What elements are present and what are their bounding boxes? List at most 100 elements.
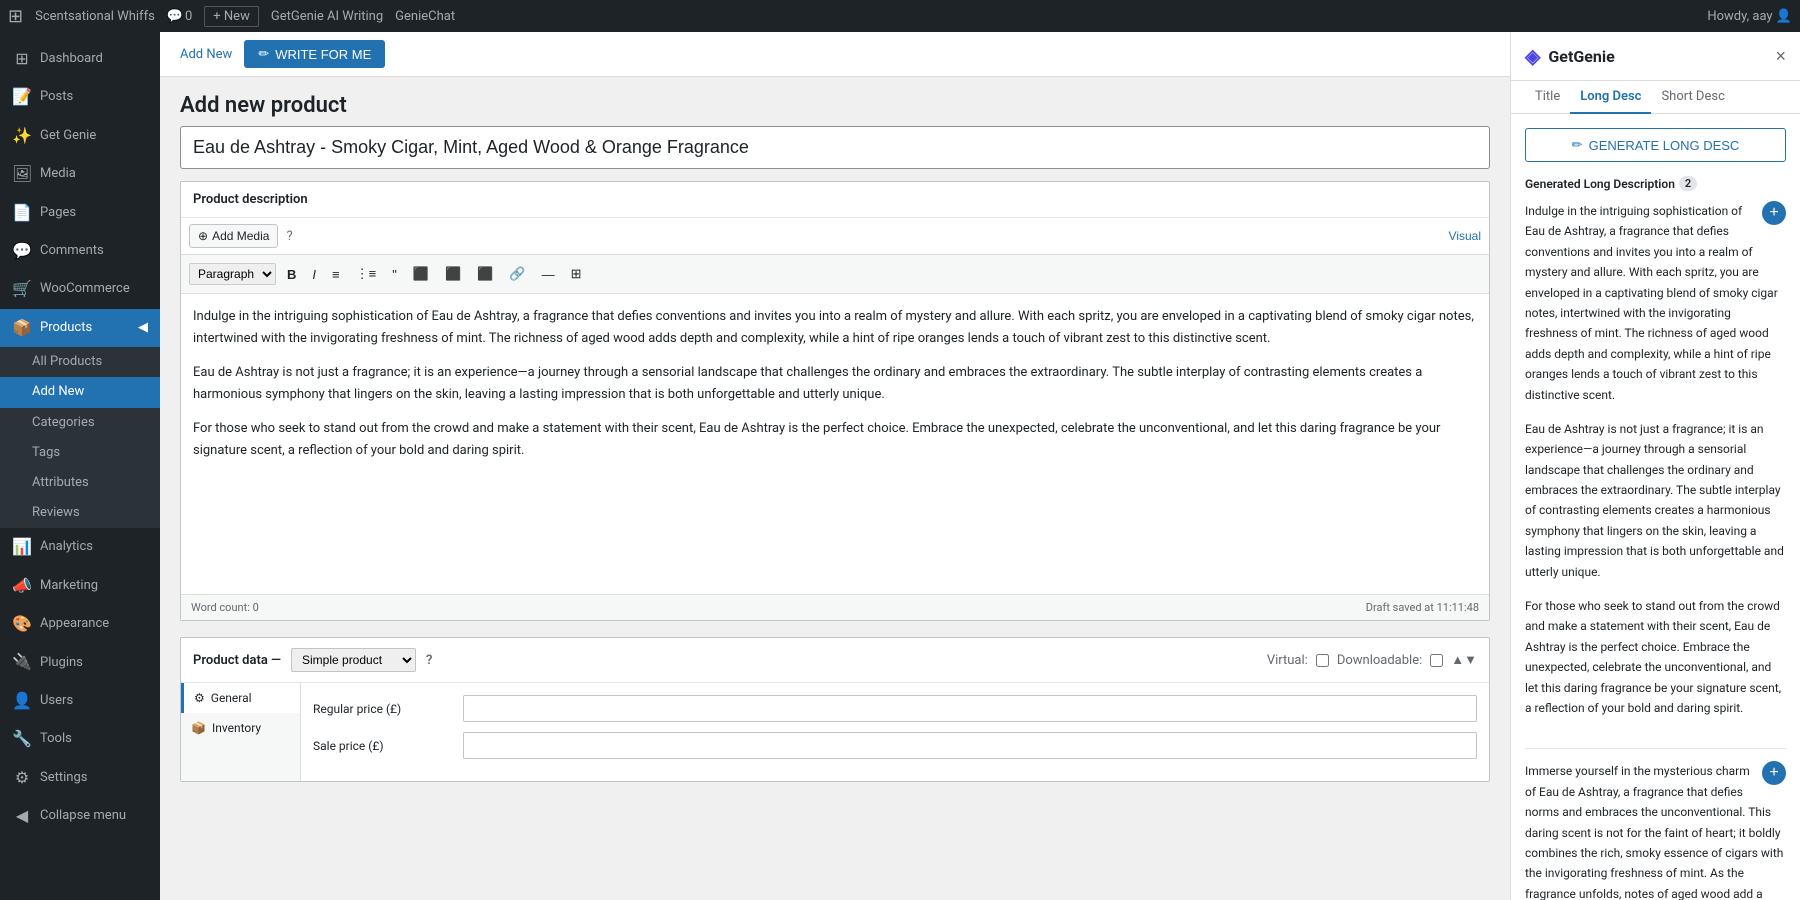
downloadable-checkbox[interactable] <box>1430 654 1443 667</box>
get-genie-icon: ✨ <box>12 125 32 147</box>
table-button[interactable]: ⊞ <box>564 261 589 287</box>
sale-price-input[interactable] <box>463 732 1477 759</box>
sidebar-item-woocommerce[interactable]: 🛒 WooCommerce <box>0 270 160 308</box>
downloadable-label: Downloadable: <box>1337 653 1422 668</box>
description-paragraph-1: Indulge in the intriguing sophistication… <box>193 306 1477 350</box>
paragraph-format-select[interactable]: Paragraph Heading 1 Heading 2 <box>189 263 276 285</box>
virtual-label: Virtual: <box>1267 653 1308 668</box>
generated-count-badge: 2 <box>1679 176 1697 191</box>
product-data-box: Product data — Simple product Variable p… <box>180 637 1490 782</box>
products-icon: 📦 <box>12 317 32 339</box>
product-data-general-content: Regular price (£) Sale price (£) <box>301 683 1489 781</box>
product-data-header-left: Product data — Simple product Variable p… <box>193 648 432 672</box>
more-button[interactable]: — <box>535 261 562 287</box>
visual-tab-button[interactable]: Visual <box>1449 229 1481 243</box>
generate-icon: ✏ <box>1572 137 1583 153</box>
product-title-input[interactable] <box>180 126 1490 169</box>
align-center-button[interactable]: ⬛ <box>438 261 468 287</box>
getgenie-tab-short-desc[interactable]: Short Desc <box>1651 81 1734 114</box>
main-content: Add New ✏ WRITE FOR ME Add new product P… <box>160 32 1510 900</box>
sidebar-item-comments[interactable]: 💬 Comments <box>0 232 160 270</box>
editor-top-row: ⊕ Add Media ? Visual <box>181 218 1489 255</box>
write-for-me-button[interactable]: ✏ WRITE FOR ME <box>244 40 385 68</box>
draft-saved: Draft saved at 11:11:48 <box>1366 601 1479 614</box>
sidebar-item-appearance[interactable]: 🎨 Appearance <box>0 605 160 643</box>
product-type-help-icon: ? <box>426 653 432 668</box>
sidebar-item-users[interactable]: 👤 Users <box>0 682 160 720</box>
getgenie-tab-title[interactable]: Title <box>1525 81 1570 114</box>
generated-description-2: + Immerse yourself in the mysterious cha… <box>1525 761 1786 900</box>
settings-icon: ⚙ <box>12 767 32 789</box>
regular-price-input[interactable] <box>463 695 1477 722</box>
generate-long-desc-button[interactable]: ✏ GENERATE LONG DESC <box>1525 128 1786 162</box>
regular-price-row: Regular price (£) <box>313 695 1477 722</box>
generated-desc-text-1: Indulge in the intriguing sophistication… <box>1525 201 1786 405</box>
italic-button[interactable]: I <box>305 261 323 287</box>
comment-icon: 💬 <box>167 9 183 24</box>
help-icon: ? <box>286 229 292 244</box>
description-paragraph-2: Eau de Ashtray is not just a fragrance; … <box>193 362 1477 406</box>
sidebar-item-tags[interactable]: Tags <box>0 438 160 468</box>
add-media-button[interactable]: ⊕ Add Media <box>189 224 278 248</box>
site-name[interactable]: Scentsational Whiffs <box>35 9 155 24</box>
getgenie-ai-writing-tab[interactable]: GetGenie AI Writing <box>271 9 383 24</box>
sidebar-item-reviews[interactable]: Reviews <box>0 498 160 528</box>
align-right-button[interactable]: ⬛ <box>470 261 500 287</box>
sidebar-item-all-products[interactable]: All Products <box>0 347 160 377</box>
tools-icon: 🔧 <box>12 728 32 750</box>
sidebar-item-get-genie[interactable]: ✨ Get Genie <box>0 117 160 155</box>
new-button[interactable]: + New <box>204 6 259 27</box>
sidebar-item-marketing[interactable]: 📣 Marketing <box>0 567 160 605</box>
link-button[interactable]: 🔗 <box>502 261 532 287</box>
comments-icon: 💬 <box>12 240 32 262</box>
toolbar-format-group: B I ≡ ⋮≡ " ⬛ ⬛ ⬛ 🔗 — ⊞ <box>280 261 588 287</box>
getgenie-tab-long-desc[interactable]: Long Desc <box>1570 81 1651 114</box>
howdy[interactable]: Howdy, aay 👤 <box>1707 9 1792 24</box>
unordered-list-button[interactable]: ≡ <box>325 261 347 287</box>
general-tab[interactable]: ⚙ General <box>181 683 300 713</box>
sidebar-item-pages[interactable]: 📄 Pages <box>0 194 160 232</box>
write-icon: ✏ <box>258 46 269 62</box>
add-new-link[interactable]: Add New <box>180 47 232 62</box>
generated-desc-text-1c: For those who seek to stand out from the… <box>1525 596 1786 718</box>
sidebar-item-plugins[interactable]: 🔌 Plugins <box>0 643 160 681</box>
posts-icon: 📝 <box>12 86 32 108</box>
ordered-list-button[interactable]: ⋮≡ <box>349 261 384 287</box>
regular-price-label: Regular price (£) <box>313 702 453 716</box>
sidebar-item-posts[interactable]: 📝 Posts <box>0 78 160 116</box>
sidebar-item-settings[interactable]: ⚙ Settings <box>0 759 160 797</box>
woocommerce-icon: 🛒 <box>12 278 32 300</box>
sidebar-collapse[interactable]: ◀ Collapse menu <box>0 797 160 835</box>
inventory-tab[interactable]: 📦 Inventory <box>181 713 300 743</box>
sidebar-item-media[interactable]: 🖼 Media <box>0 155 160 193</box>
notifications[interactable]: 💬 0 <box>167 9 193 24</box>
blockquote-button[interactable]: " <box>385 261 404 287</box>
page-title: Add new product <box>160 77 1510 126</box>
editor-content[interactable]: Indulge in the intriguing sophistication… <box>181 294 1489 594</box>
sidebar-item-categories[interactable]: Categories <box>0 408 160 438</box>
bold-button[interactable]: B <box>280 261 303 287</box>
sidebar-item-dashboard[interactable]: ⊞ Dashboard <box>0 40 160 78</box>
sidebar-item-tools[interactable]: 🔧 Tools <box>0 720 160 758</box>
add-description-1-button[interactable]: + <box>1762 201 1786 225</box>
sidebar-item-attributes[interactable]: Attributes <box>0 468 160 498</box>
sidebar-item-products[interactable]: 📦 Products ◀ <box>0 309 160 347</box>
description-paragraph-3: For those who seek to stand out from the… <box>193 418 1477 462</box>
sale-price-label: Sale price (£) <box>313 739 453 753</box>
expand-icon[interactable]: ▲▼ <box>1451 652 1477 668</box>
media-icon: 🖼 <box>12 163 32 185</box>
getgenie-close-button[interactable]: × <box>1775 46 1786 67</box>
genie-chat-tab[interactable]: GenieChat <box>395 9 455 24</box>
product-type-select[interactable]: Simple product Variable product Grouped … <box>291 648 416 672</box>
virtual-checkbox[interactable] <box>1316 654 1329 667</box>
sidebar-item-add-new[interactable]: Add New <box>0 377 160 407</box>
align-left-button[interactable]: ⬛ <box>406 261 436 287</box>
getgenie-body: ✏ GENERATE LONG DESC Generated Long Desc… <box>1511 114 1800 900</box>
wp-logo-icon: ⊞ <box>8 6 23 27</box>
generated-desc-text-1b: Eau de Ashtray is not just a fragrance; … <box>1525 419 1786 582</box>
description-box-header: Product description <box>181 182 1489 218</box>
getgenie-logo: ◈ GetGenie <box>1525 44 1615 68</box>
product-data-tabs: ⚙ General 📦 Inventory Regular price (£) … <box>181 683 1489 781</box>
plugins-icon: 🔌 <box>12 651 32 673</box>
sidebar-item-analytics[interactable]: 📊 Analytics <box>0 528 160 566</box>
